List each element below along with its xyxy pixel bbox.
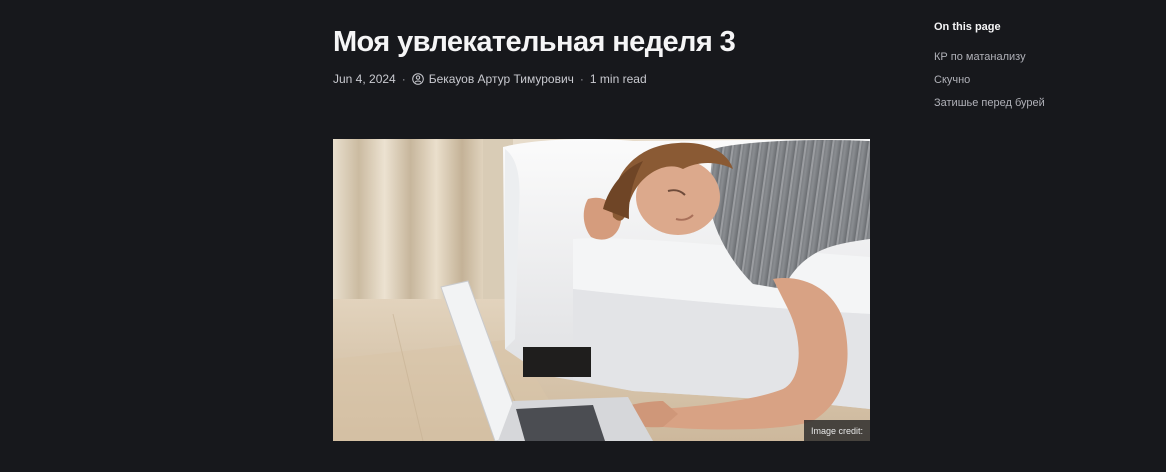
- toc-list: КР по матанализу Скучно Затишье перед бу…: [934, 50, 1045, 119]
- read-time: 1 min read: [589, 72, 647, 86]
- meta-separator: ·: [401, 72, 406, 86]
- meta-separator: ·: [579, 72, 584, 86]
- hero-image: Image credit:: [333, 139, 870, 441]
- article-meta: Jun 4, 2024 · Бекауов Артур Тимурович · …: [333, 71, 647, 87]
- hero-illustration: [333, 139, 870, 441]
- toc-item-kr-matanaliz[interactable]: КР по матанализу: [934, 50, 1045, 73]
- table-of-contents: On this page КР по матанализу Скучно Зат…: [934, 20, 1144, 109]
- toc-item-skuchno[interactable]: Скучно: [934, 73, 1045, 96]
- toc-title: On this page: [934, 21, 1001, 33]
- page-title: Моя увлекательная неделя 3: [333, 26, 736, 58]
- publish-date: Jun 4, 2024: [333, 72, 396, 86]
- toc-item-zatishe[interactable]: Затишье перед бурей: [934, 96, 1045, 119]
- author-name[interactable]: Бекауов Артур Тимурович: [429, 72, 574, 86]
- author-icon: [411, 73, 424, 85]
- image-credit: Image credit:: [803, 420, 870, 441]
